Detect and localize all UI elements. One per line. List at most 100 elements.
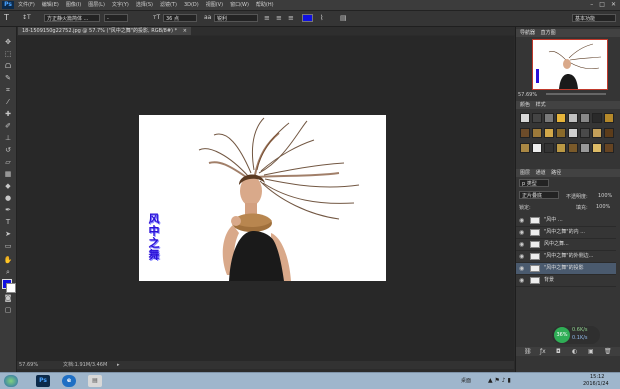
background-color-swatch[interactable]	[6, 283, 16, 293]
navigator-zoom[interactable]: 57.69%	[518, 92, 537, 98]
style-swatch[interactable]	[592, 113, 602, 123]
align-center-icon[interactable]: ≡	[276, 14, 282, 22]
tab-color[interactable]: 颜色	[516, 102, 530, 108]
link-layers-icon[interactable]: ⛓	[524, 348, 532, 355]
quick-select-tool-icon[interactable]: ✎	[3, 73, 13, 83]
shape-tool-icon[interactable]: ▭	[3, 241, 13, 251]
style-swatch[interactable]	[592, 128, 602, 138]
history-brush-tool-icon[interactable]: ↺	[3, 145, 13, 155]
navigator-thumbnail[interactable]	[532, 39, 608, 90]
layer-style-icon[interactable]: ƒx	[540, 348, 546, 355]
style-swatch[interactable]	[520, 113, 530, 123]
marquee-tool-icon[interactable]: ⬚	[3, 49, 13, 59]
blur-tool-icon[interactable]: ◆	[3, 181, 13, 191]
layer-row[interactable]: ◉ "风中之舞"的内 ...	[516, 227, 616, 239]
maximize-button[interactable]: □	[599, 1, 605, 8]
antialias-select[interactable]: 锐利	[214, 14, 258, 22]
tab-styles[interactable]: 样式	[532, 102, 546, 108]
menu-3d[interactable]: 3D(D)	[184, 1, 199, 9]
style-swatch[interactable]	[532, 113, 542, 123]
style-swatch[interactable]	[580, 143, 590, 153]
screen-mode-icon[interactable]: ▢	[3, 305, 13, 315]
menu-filter[interactable]: 滤镜(T)	[160, 1, 177, 9]
warp-text-icon[interactable]: ⌇	[320, 14, 323, 22]
menu-layer[interactable]: 图层(L)	[88, 1, 105, 9]
menu-help[interactable]: 帮助(H)	[256, 1, 274, 9]
move-tool-icon[interactable]: ✥	[3, 37, 13, 47]
style-swatch[interactable]	[532, 143, 542, 153]
menu-file[interactable]: 文件(F)	[18, 1, 35, 9]
style-swatch[interactable]	[604, 128, 614, 138]
layer-row[interactable]: ◉ "风中之舞"的投影	[516, 263, 616, 275]
zoom-level[interactable]: 57.69%	[19, 361, 38, 369]
delete-layer-icon[interactable]: 🗑	[604, 348, 612, 355]
adjustment-layer-icon[interactable]: ◐	[572, 348, 577, 355]
align-right-icon[interactable]: ≡	[288, 14, 294, 22]
zoom-tool-icon[interactable]: ⌕	[3, 267, 13, 277]
new-layer-icon[interactable]: ▣	[588, 348, 594, 355]
type-tool-icon[interactable]: T	[3, 217, 13, 227]
menu-image[interactable]: 图像(I)	[66, 1, 81, 9]
dodge-tool-icon[interactable]: ●	[3, 193, 13, 203]
style-swatch[interactable]	[568, 143, 578, 153]
menu-view[interactable]: 视图(V)	[206, 1, 223, 9]
layer-filter-select[interactable]: p 类型	[519, 179, 549, 187]
style-swatch[interactable]	[592, 143, 602, 153]
style-swatch[interactable]	[556, 128, 566, 138]
font-style-select[interactable]: -	[104, 14, 128, 22]
visibility-eye-icon[interactable]: ◉	[519, 263, 524, 274]
text-color-swatch[interactable]	[302, 14, 313, 22]
opacity-value[interactable]: 100%	[598, 193, 612, 199]
style-swatch[interactable]	[520, 128, 530, 138]
layer-row[interactable]: ◉ "风中 ...	[516, 215, 616, 227]
menu-edit[interactable]: 编辑(E)	[42, 1, 59, 9]
browser-taskbar-icon[interactable]: e	[62, 375, 76, 387]
healing-brush-tool-icon[interactable]: ✚	[3, 109, 13, 119]
eraser-tool-icon[interactable]: ▱	[3, 157, 13, 167]
photoshop-taskbar-icon[interactable]: Ps	[36, 375, 50, 387]
align-left-icon[interactable]: ≡	[264, 14, 270, 22]
canvas-text-layer[interactable]: 风中之舞	[147, 213, 160, 261]
menu-select[interactable]: 选择(S)	[136, 1, 153, 9]
navigator-zoom-slider[interactable]	[546, 93, 606, 95]
visibility-eye-icon[interactable]: ◉	[519, 227, 524, 238]
style-swatch[interactable]	[580, 128, 590, 138]
visibility-eye-icon[interactable]: ◉	[519, 239, 524, 250]
menu-window[interactable]: 窗口(W)	[230, 1, 249, 9]
hand-tool-icon[interactable]: ✋	[3, 255, 13, 265]
menu-type[interactable]: 文字(Y)	[112, 1, 129, 9]
clone-stamp-tool-icon[interactable]: ⊥	[3, 133, 13, 143]
layer-mask-icon[interactable]: ◘	[556, 348, 561, 355]
style-swatch[interactable]	[568, 113, 578, 123]
start-button-icon[interactable]	[4, 375, 18, 387]
style-swatch[interactable]	[532, 128, 542, 138]
visibility-eye-icon[interactable]: ◉	[519, 275, 524, 286]
orientation-icon[interactable]: ↕T	[22, 14, 31, 21]
visibility-eye-icon[interactable]: ◉	[519, 215, 524, 226]
character-panel-icon[interactable]: ▤	[340, 14, 347, 22]
style-swatch[interactable]	[580, 113, 590, 123]
tray-icons[interactable]: ▲ ⚑ ♪ ▮	[488, 377, 511, 384]
style-swatch[interactable]	[556, 113, 566, 123]
blend-mode-select[interactable]: 正片叠底	[519, 191, 559, 199]
style-swatch[interactable]	[544, 143, 554, 153]
style-swatch[interactable]	[604, 113, 614, 123]
crop-tool-icon[interactable]: ⌗	[3, 85, 13, 95]
font-family-select[interactable]: 方正静火篇简体 ...	[44, 14, 100, 22]
tab-histogram[interactable]: 直方图	[537, 30, 556, 36]
pen-tool-icon[interactable]: ✒	[3, 205, 13, 215]
document-tab[interactable]: 18-1509150g22752.jpg @ 57.7% ("风中之舞"的投影,…	[18, 27, 191, 35]
tray-desktop-label[interactable]: 桌面	[461, 377, 471, 384]
document-canvas[interactable]: 风中之舞	[139, 115, 386, 281]
layer-row[interactable]: ◉ 风中之舞...	[516, 239, 616, 251]
brush-tool-icon[interactable]: ✐	[3, 121, 13, 131]
style-swatch[interactable]	[568, 128, 578, 138]
tab-paths[interactable]: 路径	[547, 170, 561, 176]
layer-row[interactable]: ◉ 背景	[516, 275, 616, 287]
font-size-select[interactable]: 36 点	[163, 14, 197, 22]
minimize-button[interactable]: –	[590, 1, 593, 8]
clock-time[interactable]: 15:12	[590, 374, 604, 380]
quick-mask-icon[interactable]: ◙	[3, 293, 13, 303]
tab-layers[interactable]: 图层	[516, 170, 530, 176]
document-tab-close-icon[interactable]: ×	[183, 28, 187, 34]
